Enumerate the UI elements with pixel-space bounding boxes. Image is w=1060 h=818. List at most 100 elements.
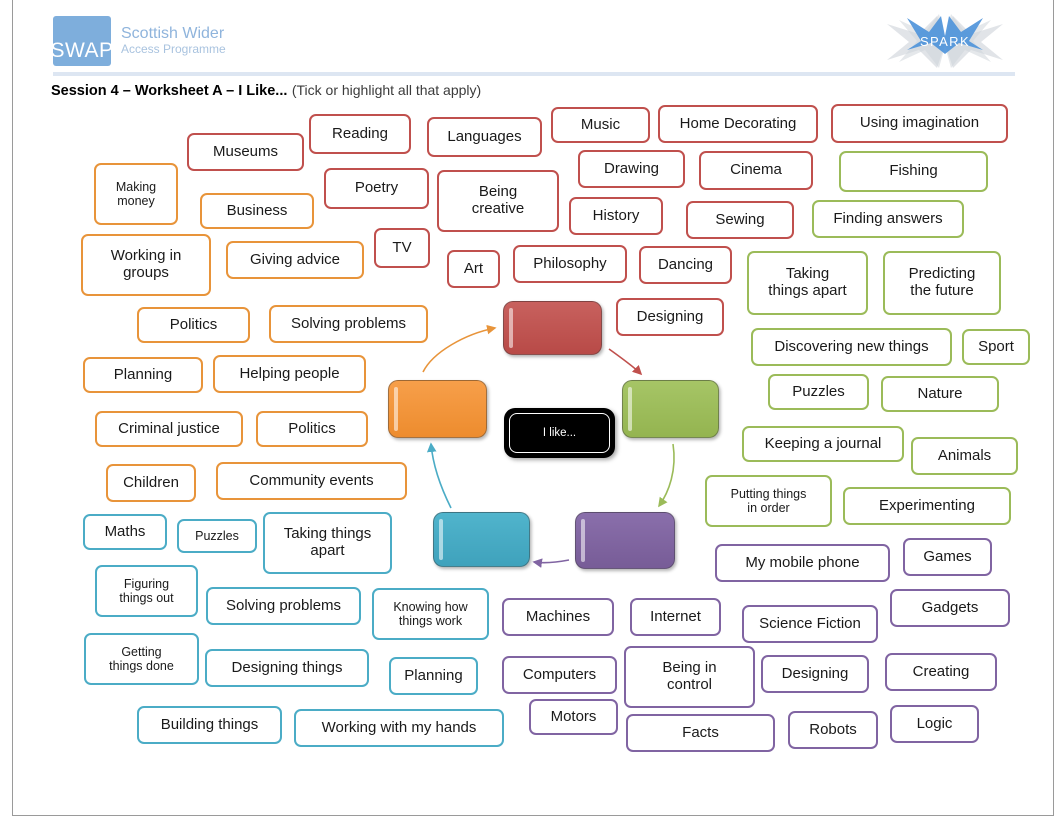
interest-pill[interactable]: Logic — [890, 705, 979, 743]
interest-pill[interactable]: Animals — [911, 437, 1018, 475]
interest-pill[interactable]: Sport — [962, 329, 1030, 365]
interest-pill[interactable]: Motors — [529, 699, 618, 735]
interest-pill[interactable]: Fishing — [839, 151, 988, 192]
interest-pill-label: Being creative — [471, 183, 525, 217]
interest-pill[interactable]: Internet — [630, 598, 721, 636]
interest-pill[interactable]: Giving advice — [226, 241, 364, 279]
interest-pill-label: Fishing — [889, 162, 938, 180]
interest-pill-label: Creating — [912, 662, 970, 680]
interest-pill-label: Art — [463, 259, 484, 277]
interest-pill-label: Making money — [115, 180, 157, 208]
interest-pill-label: Politics — [169, 315, 218, 333]
interest-pill-label: Facts — [682, 723, 719, 741]
interest-pill-label: Taking things apart — [768, 265, 847, 299]
interest-pill[interactable]: Drawing — [578, 150, 685, 188]
interest-pill[interactable]: Solving problems — [269, 305, 428, 343]
interest-pill[interactable]: Computers — [502, 656, 617, 694]
interest-pill-label: Politics — [288, 419, 336, 437]
interest-pill[interactable]: TV — [374, 228, 430, 268]
interest-pill-label: Experimenting — [879, 496, 975, 514]
interest-pill[interactable]: Being creative — [437, 170, 559, 232]
interest-pill[interactable]: Art — [447, 250, 500, 288]
interest-pill[interactable]: Taking things apart — [263, 512, 392, 574]
interest-pill[interactable]: Predicting the future — [883, 251, 1001, 315]
interest-pill-label: Motors — [550, 707, 597, 725]
interest-pill-label: Solving problems — [225, 596, 342, 614]
interest-pill[interactable]: Working with my hands — [294, 709, 504, 747]
interest-pill[interactable]: Cinema — [699, 151, 813, 190]
interest-pill[interactable]: My mobile phone — [715, 544, 890, 582]
interest-pill[interactable]: Puzzles — [177, 519, 257, 553]
interest-pill[interactable]: Languages — [427, 117, 542, 157]
interest-pill[interactable]: Gadgets — [890, 589, 1010, 627]
interest-pill[interactable]: Being in control — [624, 646, 755, 708]
interest-pill-label: Solving problems — [290, 314, 407, 332]
interest-pill[interactable]: Sewing — [686, 201, 794, 239]
interest-pill-label: Logic — [916, 714, 953, 732]
interest-pill[interactable]: Building things — [137, 706, 282, 744]
interest-pill[interactable]: Science Fiction — [742, 605, 878, 643]
interest-pill[interactable]: Designing things — [205, 649, 369, 687]
block-green[interactable] — [622, 380, 719, 438]
interest-pill[interactable]: Getting things done — [84, 633, 199, 685]
interest-pill[interactable]: Solving problems — [206, 587, 361, 625]
interest-pill[interactable]: Discovering new things — [751, 328, 952, 366]
interest-pill[interactable]: Children — [106, 464, 196, 502]
hub-center: I like... — [504, 408, 615, 458]
interest-pill[interactable]: Criminal justice — [95, 411, 243, 447]
interest-pill-label: Dancing — [657, 255, 714, 273]
interest-pill-label: Home Decorating — [679, 114, 797, 132]
interest-pill[interactable]: Museums — [187, 133, 304, 171]
interest-pill[interactable]: Taking things apart — [747, 251, 868, 315]
interest-pill[interactable]: Games — [903, 538, 992, 576]
interest-pill[interactable]: Designing — [616, 298, 724, 336]
worksheet-page: SWAP Scottish Wider Access Programme SPA… — [12, 0, 1054, 816]
interest-pill[interactable]: Knowing how things work — [372, 588, 489, 640]
interest-pill[interactable]: Creating — [885, 653, 997, 691]
interest-pill-label: Using imagination — [859, 114, 980, 132]
interest-pill[interactable]: Using imagination — [831, 104, 1008, 143]
interest-pill[interactable]: Business — [200, 193, 314, 229]
interest-pill[interactable]: Robots — [788, 711, 878, 749]
interest-pill-label: Discovering new things — [774, 337, 929, 355]
interest-pill[interactable]: Dancing — [639, 246, 732, 284]
interest-pill[interactable]: Experimenting — [843, 487, 1011, 525]
interest-pill[interactable]: Puzzles — [768, 374, 869, 410]
interest-pill[interactable]: Planning — [389, 657, 478, 695]
interest-pill[interactable]: Maths — [83, 514, 167, 550]
interest-pill-label: Science Fiction — [759, 614, 861, 632]
interest-pill[interactable]: Helping people — [213, 355, 366, 393]
interest-pill-label: Putting things in order — [730, 487, 807, 515]
block-orange[interactable] — [388, 380, 487, 438]
interest-pill[interactable]: Facts — [626, 714, 775, 752]
block-red[interactable] — [503, 301, 602, 355]
interest-pill[interactable]: Community events — [216, 462, 407, 500]
interest-pill[interactable]: History — [569, 197, 663, 235]
interest-pill[interactable]: Machines — [502, 598, 614, 636]
interest-pill-label: Machines — [525, 607, 591, 625]
interest-pill-label: Working in groups — [110, 247, 182, 281]
interest-pill[interactable]: Politics — [256, 411, 368, 447]
interest-pill[interactable]: Reading — [309, 114, 411, 154]
interest-pill-label: Animals — [937, 446, 992, 464]
interest-pill[interactable]: Making money — [94, 163, 178, 225]
interest-pill[interactable]: Philosophy — [513, 245, 627, 283]
interest-pill[interactable]: Keeping a journal — [742, 426, 904, 462]
interest-pill-label: Gadgets — [921, 598, 979, 616]
interest-pill[interactable]: Figuring things out — [95, 565, 198, 617]
interest-pill[interactable]: Finding answers — [812, 200, 964, 238]
interest-pill-label: Figuring things out — [119, 577, 174, 605]
interest-pill[interactable]: Music — [551, 107, 650, 143]
interest-pill[interactable]: Nature — [881, 376, 999, 412]
interest-pill[interactable]: Putting things in order — [705, 475, 832, 527]
block-purple[interactable] — [575, 512, 675, 569]
interest-pill-label: Robots — [809, 720, 857, 738]
interest-pill[interactable]: Planning — [83, 357, 203, 393]
interest-pill[interactable]: Home Decorating — [658, 105, 818, 143]
interest-pill[interactable]: Politics — [137, 307, 250, 343]
interest-pill[interactable]: Working in groups — [81, 234, 211, 296]
interest-pill[interactable]: Poetry — [324, 168, 429, 209]
block-teal[interactable] — [433, 512, 530, 567]
interest-pill-label: Community events — [249, 471, 374, 489]
interest-pill[interactable]: Designing — [761, 655, 869, 693]
